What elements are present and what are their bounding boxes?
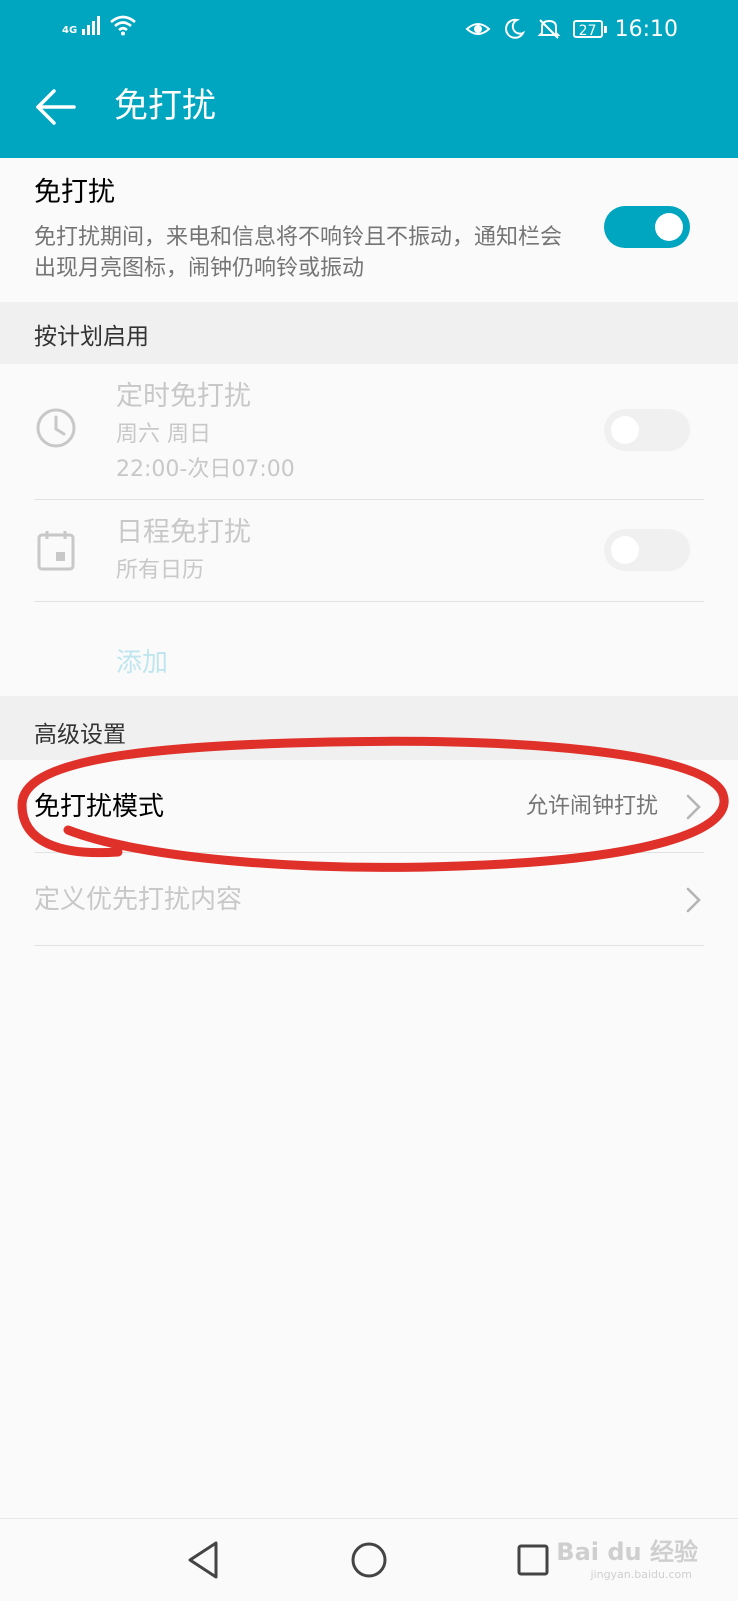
chevron-right-icon: [686, 794, 701, 820]
toggle-knob: [611, 416, 639, 444]
toggle-knob: [611, 536, 639, 564]
advanced-section-header: 高级设置: [34, 722, 126, 748]
timed-dnd-days: 周六 周日: [116, 422, 211, 447]
divider: [34, 601, 704, 602]
app-bar: 4G 27 16:10 免打扰: [0, 0, 738, 158]
toggle-knob: [655, 213, 683, 241]
divider: [34, 499, 704, 500]
timed-dnd-time: 22:00-次日07:00: [116, 457, 295, 482]
divider: [34, 945, 704, 946]
schedule-section-header: 按计划启用: [34, 324, 149, 350]
eye-comfort-icon: [465, 23, 491, 35]
watermark-brand: Bai du 经验: [556, 1538, 698, 1566]
dnd-main-description: 免打扰期间，来电和信息将不响铃且不振动，通知栏会出现月亮图标，闹钟仍响铃或振动: [34, 225, 563, 281]
clock-icon: [36, 408, 76, 448]
dnd-main-title: 免打扰: [34, 177, 115, 208]
timed-dnd-title: 定时免打扰: [116, 381, 251, 412]
chevron-right-icon: [686, 887, 701, 913]
dnd-main-toggle[interactable]: [604, 206, 690, 248]
calendar-dnd-toggle[interactable]: [604, 529, 690, 571]
signal-icon: [82, 16, 101, 35]
moon-icon: [504, 18, 525, 39]
mute-icon: [537, 19, 561, 39]
page-title: 免打扰: [114, 86, 216, 126]
priority-content-title: 定义优先打扰内容: [34, 885, 243, 915]
back-triangle-icon[interactable]: [178, 1533, 232, 1587]
wifi-icon: [110, 15, 137, 36]
status-right: 27 16:10: [465, 14, 678, 44]
add-schedule-button[interactable]: 添加: [116, 646, 168, 680]
network-type: 4G: [62, 25, 78, 36]
status-left: 4G: [62, 14, 137, 36]
status-bar: 4G 27 16:10: [0, 0, 738, 60]
back-arrow-icon[interactable]: [24, 74, 90, 140]
watermark-url: jingyan.baidu.com: [590, 1568, 692, 1581]
calendar-dnd-calendars: 所有日历: [116, 558, 205, 583]
status-time: 16:10: [614, 16, 678, 42]
battery-icon: 27: [572, 20, 607, 39]
calendar-dnd-title: 日程免打扰: [116, 517, 251, 548]
dnd-mode-value: 允许闹钟打扰: [525, 794, 658, 819]
home-circle-icon[interactable]: [342, 1533, 396, 1587]
dnd-mode-title: 免打扰模式: [34, 792, 165, 822]
timed-dnd-toggle[interactable]: [604, 409, 690, 451]
recents-square-icon[interactable]: [506, 1533, 560, 1587]
calendar-icon: [37, 531, 75, 571]
